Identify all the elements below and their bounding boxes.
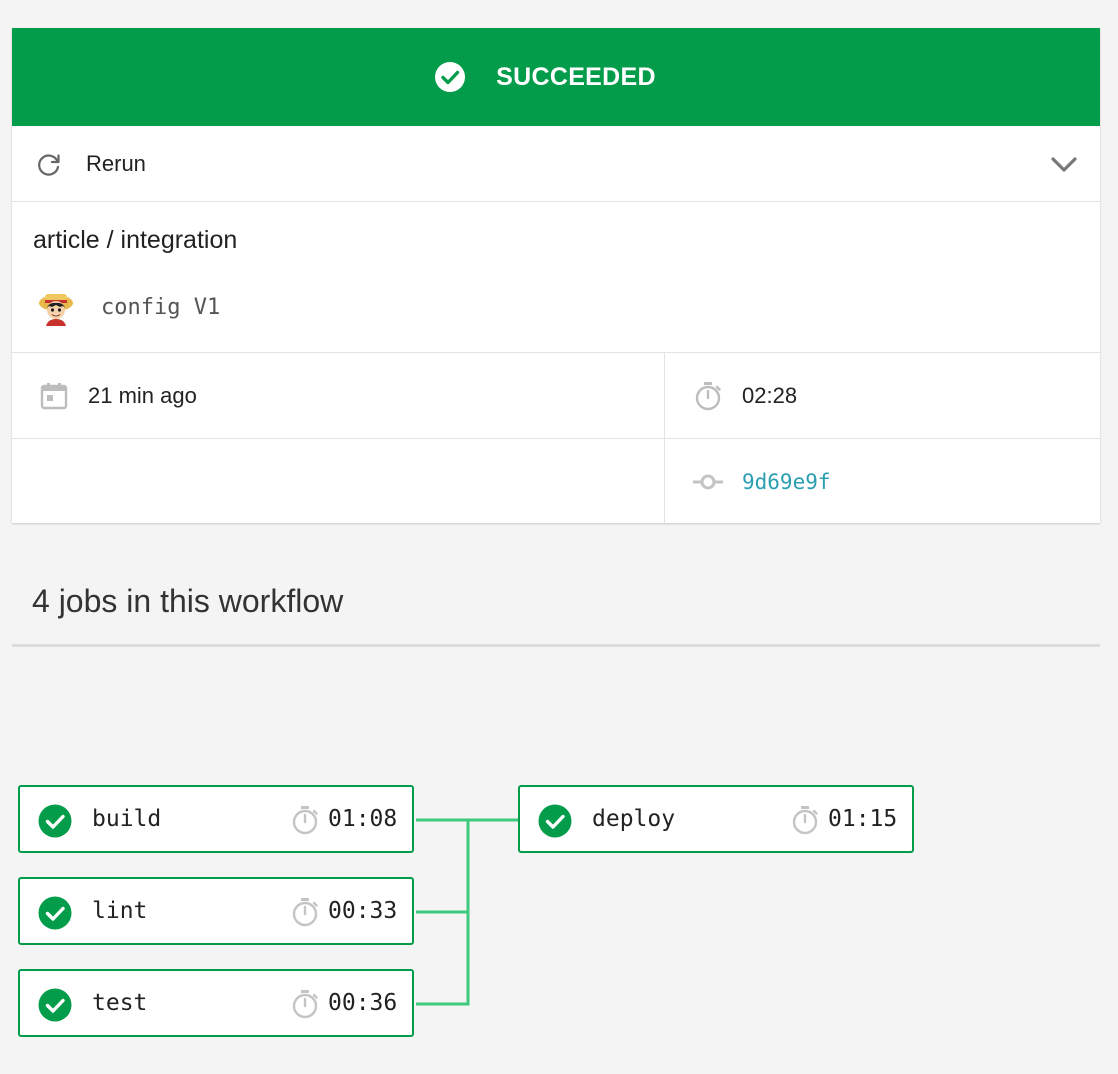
commit: 9d69e9f [692,439,831,524]
calendar-icon [40,382,68,409]
started-text: 21 min ago [88,382,197,408]
workflow-summary-card: SUCCEEDED Rerun article / integration co… [12,28,1100,523]
duration: 02:28 [692,353,797,438]
refresh-icon [38,153,60,176]
job-duration: 00:33 [328,898,398,924]
job-duration: 01:08 [328,806,398,832]
meta-row-commit: 9d69e9f [12,439,1100,524]
commit-icon [693,474,723,489]
duration-text: 02:28 [742,382,798,408]
stopwatch-icon [292,990,318,1019]
workflow-title[interactable]: article / integration [33,226,237,255]
job-name: lint [92,898,148,924]
chevron-down-icon[interactable] [1048,148,1080,180]
check-circle-icon [38,804,72,838]
jobs-section-title: 4 jobs in this workflow [32,583,344,619]
job-card-test[interactable]: test 00:36 [18,969,414,1037]
rerun-button[interactable]: Rerun [34,126,146,201]
job-name: deploy [592,806,676,832]
job-duration: 01:15 [828,806,898,832]
check-circle-icon [38,988,72,1022]
avatar [39,294,73,326]
job-name: build [92,806,162,832]
stopwatch-icon [292,806,318,835]
job-card-deploy[interactable]: deploy 01:15 [518,785,914,853]
status-banner: SUCCEEDED [12,28,1100,126]
stopwatch-icon [792,806,818,835]
config-version: config V1 [101,295,221,320]
meta-row-time: 21 min ago 02:28 [12,353,1100,439]
stopwatch-icon [695,381,721,410]
status-text: SUCCEEDED [496,62,656,91]
workflow-info: article / integration config V1 [12,202,1100,353]
section-divider [12,644,1100,647]
stopwatch-icon [292,898,318,927]
check-circle-icon [38,896,72,930]
job-duration: 00:36 [328,990,398,1016]
job-card-lint[interactable]: lint 00:33 [18,877,414,945]
started-at: 21 min ago [38,353,197,438]
commit-link[interactable]: 9d69e9f [742,470,831,494]
job-card-build[interactable]: build 01:08 [18,785,414,853]
job-name: test [92,990,148,1016]
actions-bar: Rerun [12,126,1100,202]
check-circle-icon [538,804,572,838]
check-circle-icon [435,62,466,92]
rerun-label: Rerun [86,150,146,176]
